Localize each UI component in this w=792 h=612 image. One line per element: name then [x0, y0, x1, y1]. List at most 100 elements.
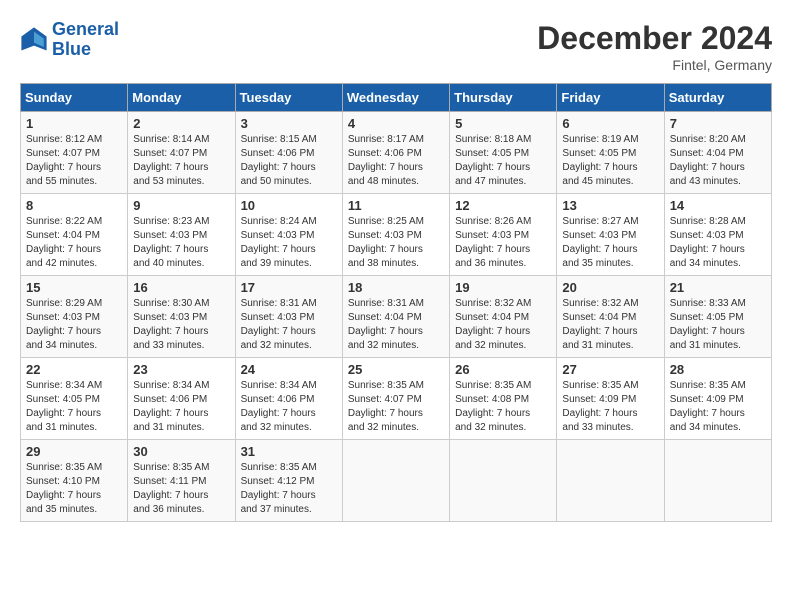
calendar-cell: 6 Sunrise: 8:19 AM Sunset: 4:05 PM Daylig… [557, 112, 664, 194]
header-row: SundayMondayTuesdayWednesdayThursdayFrid… [21, 84, 772, 112]
calendar-cell [450, 440, 557, 522]
header-day-sunday: Sunday [21, 84, 128, 112]
calendar-table: SundayMondayTuesdayWednesdayThursdayFrid… [20, 83, 772, 522]
day-info: Sunrise: 8:23 AM Sunset: 4:03 PM Dayligh… [133, 215, 229, 271]
day-number: 19 [455, 280, 551, 295]
calendar-cell: 8 Sunrise: 8:22 AM Sunset: 4:04 PM Daylig… [21, 194, 128, 276]
day-info: Sunrise: 8:29 AM Sunset: 4:03 PM Dayligh… [26, 297, 122, 353]
calendar-cell: 3Sunrise: 8:15 AM Sunset: 4:06 PM Daylig… [235, 112, 342, 194]
calendar-cell: 4 Sunrise: 8:17 AM Sunset: 4:06 PM Daylig… [342, 112, 449, 194]
day-info: Sunrise: 8:26 AM Sunset: 4:03 PM Dayligh… [455, 215, 551, 271]
day-number: 5 [455, 116, 551, 131]
week-row-4: 22Sunrise: 8:34 AM Sunset: 4:05 PM Dayli… [21, 358, 772, 440]
day-info: Sunrise: 8:35 AM Sunset: 4:11 PM Dayligh… [133, 461, 229, 517]
calendar-cell: 28 Sunrise: 8:35 AM Sunset: 4:09 PM Dayli… [664, 358, 771, 440]
page-header: General Blue December 2024 Fintel, Germa… [20, 20, 772, 73]
day-info: Sunrise: 8:35 AM Sunset: 4:12 PM Dayligh… [241, 461, 337, 517]
calendar-cell: 19 Sunrise: 8:32 AM Sunset: 4:04 PM Dayli… [450, 276, 557, 358]
day-number: 20 [562, 280, 658, 295]
day-info: Sunrise: 8:35 AM Sunset: 4:10 PM Dayligh… [26, 461, 122, 517]
day-number: 2 [133, 116, 229, 131]
calendar-cell: 9Sunrise: 8:23 AM Sunset: 4:03 PM Daylig… [128, 194, 235, 276]
day-info: Sunrise: 8:32 AM Sunset: 4:04 PM Dayligh… [562, 297, 658, 353]
calendar-cell: 31 Sunrise: 8:35 AM Sunset: 4:12 PM Dayli… [235, 440, 342, 522]
calendar-cell: 21 Sunrise: 8:33 AM Sunset: 4:05 PM Dayli… [664, 276, 771, 358]
calendar-cell: 26 Sunrise: 8:35 AM Sunset: 4:08 PM Dayli… [450, 358, 557, 440]
header-day-wednesday: Wednesday [342, 84, 449, 112]
calendar-cell: 15 Sunrise: 8:29 AM Sunset: 4:03 PM Dayli… [21, 276, 128, 358]
day-info: Sunrise: 8:28 AM Sunset: 4:03 PM Dayligh… [670, 215, 766, 271]
calendar-cell: 23 Sunrise: 8:34 AM Sunset: 4:06 PM Dayli… [128, 358, 235, 440]
header-day-monday: Monday [128, 84, 235, 112]
day-number: 31 [241, 444, 337, 459]
calendar-cell [557, 440, 664, 522]
day-number: 24 [241, 362, 337, 377]
day-info: Sunrise: 8:12 AM Sunset: 4:07 PM Dayligh… [26, 133, 122, 189]
day-number: 17 [241, 280, 337, 295]
week-row-3: 15 Sunrise: 8:29 AM Sunset: 4:03 PM Dayli… [21, 276, 772, 358]
day-info: Sunrise: 8:25 AM Sunset: 4:03 PM Dayligh… [348, 215, 444, 271]
calendar-cell: 22Sunrise: 8:34 AM Sunset: 4:05 PM Dayli… [21, 358, 128, 440]
calendar-cell: 1 Sunrise: 8:12 AM Sunset: 4:07 PM Daylig… [21, 112, 128, 194]
month-title: December 2024 [537, 20, 772, 57]
day-info: Sunrise: 8:32 AM Sunset: 4:04 PM Dayligh… [455, 297, 551, 353]
day-number: 22 [26, 362, 122, 377]
calendar-cell: 10 Sunrise: 8:24 AM Sunset: 4:03 PM Dayli… [235, 194, 342, 276]
day-info: Sunrise: 8:35 AM Sunset: 4:08 PM Dayligh… [455, 379, 551, 435]
calendar-cell: 17 Sunrise: 8:31 AM Sunset: 4:03 PM Dayli… [235, 276, 342, 358]
week-row-1: 1 Sunrise: 8:12 AM Sunset: 4:07 PM Daylig… [21, 112, 772, 194]
day-number: 21 [670, 280, 766, 295]
day-number: 26 [455, 362, 551, 377]
day-number: 3 [241, 116, 337, 131]
day-info: Sunrise: 8:30 AM Sunset: 4:03 PM Dayligh… [133, 297, 229, 353]
logo: General Blue [20, 20, 119, 60]
calendar-cell: 7Sunrise: 8:20 AM Sunset: 4:04 PM Daylig… [664, 112, 771, 194]
calendar-cell: 27 Sunrise: 8:35 AM Sunset: 4:09 PM Dayli… [557, 358, 664, 440]
day-info: Sunrise: 8:18 AM Sunset: 4:05 PM Dayligh… [455, 133, 551, 189]
day-number: 1 [26, 116, 122, 131]
day-number: 15 [26, 280, 122, 295]
calendar-cell: 12Sunrise: 8:26 AM Sunset: 4:03 PM Dayli… [450, 194, 557, 276]
week-row-2: 8 Sunrise: 8:22 AM Sunset: 4:04 PM Daylig… [21, 194, 772, 276]
calendar-cell: 2 Sunrise: 8:14 AM Sunset: 4:07 PM Daylig… [128, 112, 235, 194]
title-block: December 2024 Fintel, Germany [537, 20, 772, 73]
day-number: 27 [562, 362, 658, 377]
day-number: 7 [670, 116, 766, 131]
day-number: 29 [26, 444, 122, 459]
day-number: 30 [133, 444, 229, 459]
calendar-cell [342, 440, 449, 522]
day-number: 28 [670, 362, 766, 377]
header-day-friday: Friday [557, 84, 664, 112]
day-number: 10 [241, 198, 337, 213]
day-info: Sunrise: 8:31 AM Sunset: 4:03 PM Dayligh… [241, 297, 337, 353]
day-info: Sunrise: 8:33 AM Sunset: 4:05 PM Dayligh… [670, 297, 766, 353]
day-number: 25 [348, 362, 444, 377]
day-number: 16 [133, 280, 229, 295]
header-day-thursday: Thursday [450, 84, 557, 112]
day-info: Sunrise: 8:35 AM Sunset: 4:07 PM Dayligh… [348, 379, 444, 435]
day-number: 18 [348, 280, 444, 295]
calendar-cell [664, 440, 771, 522]
calendar-cell: 24 Sunrise: 8:34 AM Sunset: 4:06 PM Dayli… [235, 358, 342, 440]
calendar-cell: 25 Sunrise: 8:35 AM Sunset: 4:07 PM Dayli… [342, 358, 449, 440]
day-info: Sunrise: 8:34 AM Sunset: 4:06 PM Dayligh… [241, 379, 337, 435]
day-number: 23 [133, 362, 229, 377]
day-info: Sunrise: 8:24 AM Sunset: 4:03 PM Dayligh… [241, 215, 337, 271]
day-info: Sunrise: 8:14 AM Sunset: 4:07 PM Dayligh… [133, 133, 229, 189]
calendar-cell: 5 Sunrise: 8:18 AM Sunset: 4:05 PM Daylig… [450, 112, 557, 194]
week-row-5: 29 Sunrise: 8:35 AM Sunset: 4:10 PM Dayli… [21, 440, 772, 522]
day-number: 4 [348, 116, 444, 131]
day-info: Sunrise: 8:34 AM Sunset: 4:06 PM Dayligh… [133, 379, 229, 435]
day-info: Sunrise: 8:19 AM Sunset: 4:05 PM Dayligh… [562, 133, 658, 189]
day-info: Sunrise: 8:22 AM Sunset: 4:04 PM Dayligh… [26, 215, 122, 271]
calendar-cell: 30 Sunrise: 8:35 AM Sunset: 4:11 PM Dayli… [128, 440, 235, 522]
day-number: 8 [26, 198, 122, 213]
day-number: 14 [670, 198, 766, 213]
day-info: Sunrise: 8:35 AM Sunset: 4:09 PM Dayligh… [670, 379, 766, 435]
calendar-cell: 29 Sunrise: 8:35 AM Sunset: 4:10 PM Dayli… [21, 440, 128, 522]
calendar-cell: 13Sunrise: 8:27 AM Sunset: 4:03 PM Dayli… [557, 194, 664, 276]
day-info: Sunrise: 8:17 AM Sunset: 4:06 PM Dayligh… [348, 133, 444, 189]
day-info: Sunrise: 8:35 AM Sunset: 4:09 PM Dayligh… [562, 379, 658, 435]
logo-text: General Blue [52, 20, 119, 60]
day-number: 6 [562, 116, 658, 131]
